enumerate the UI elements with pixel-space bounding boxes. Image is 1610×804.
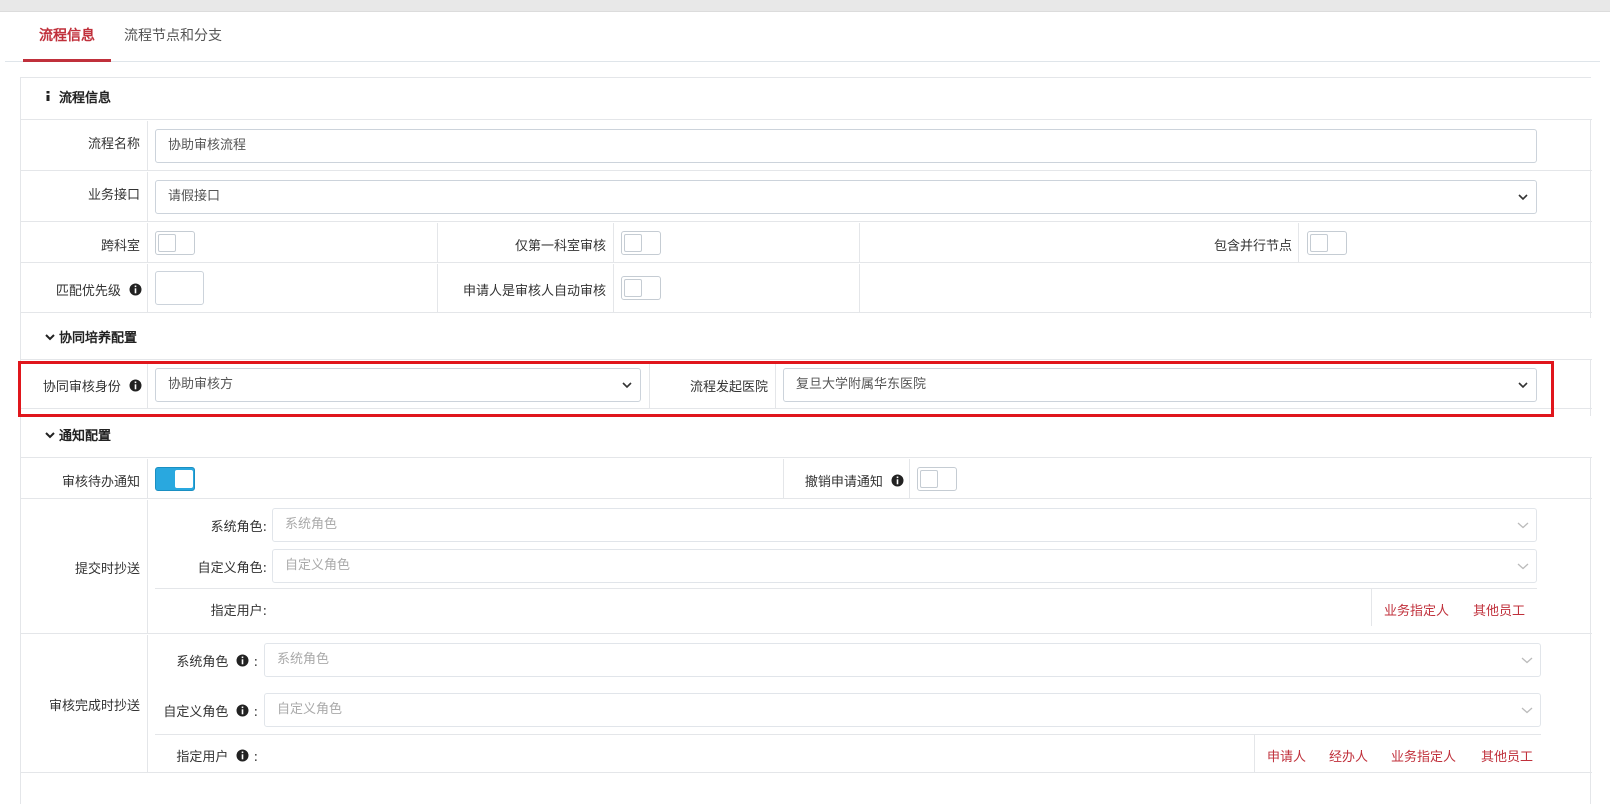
chevron-down-icon <box>1516 181 1530 213</box>
row-toggles-2: 匹配优先级 申请人是审核人自动审核 <box>21 264 1592 313</box>
revoke-notify-label-wrap: 撤销申请通知 <box>805 471 904 491</box>
form-panel: 流程信息 流程名称 协助审核流程 业务接口 请假接口 跨科室 仅第一科室审核 包… <box>20 77 1592 804</box>
info-icon <box>129 379 142 396</box>
cross-dept-label: 跨科室 <box>100 239 140 254</box>
tab-flow-info[interactable]: 流程信息 <box>23 13 111 62</box>
submit-cc-label: 提交时抄送 <box>74 562 140 577</box>
first-dept-only-label: 仅第一科室审核 <box>514 239 606 254</box>
row-submit-cc: 提交时抄送 系统角色: 系统角色 自定义角色: 自定义角色 指定用户: 业务指定… <box>21 500 1592 634</box>
done-sys-role-label-wrap: 系统角色 : <box>176 651 258 671</box>
chevron-down-icon <box>1516 369 1530 401</box>
submit-link-other-staff[interactable]: 其他员工 <box>1473 600 1525 619</box>
section-title: 协同培养配置 <box>59 331 138 346</box>
section-title: 流程信息 <box>59 91 112 106</box>
chevron-down-icon <box>45 416 57 458</box>
info-icon <box>891 474 904 491</box>
info-icon <box>129 283 142 300</box>
done-link-other-staff[interactable]: 其他员工 <box>1481 746 1533 765</box>
business-interface-select[interactable]: 请假接口 <box>155 180 1537 214</box>
pending-notify-label: 审核待办通知 <box>61 475 140 490</box>
done-link-handler[interactable]: 经办人 <box>1329 746 1368 765</box>
done-user-label: 指定用户 <box>176 750 229 765</box>
applicant-auto-label: 申请人是审核人自动审核 <box>462 284 606 299</box>
row-toggles-1: 跨科室 仅第一科室审核 包含并行节点 <box>21 223 1592 263</box>
row-collab: 协同审核身份 协助审核方 流程发起医院 复旦大学附属华东医院 <box>21 361 1592 409</box>
origin-hospital-label: 流程发起医院 <box>689 380 768 395</box>
match-priority-label: 匹配优先级 <box>55 284 121 299</box>
done-link-business-assignee[interactable]: 业务指定人 <box>1391 746 1456 765</box>
flow-name-input[interactable]: 协助审核流程 <box>155 129 1537 163</box>
colon: : <box>253 655 258 670</box>
done-sys-role-select[interactable]: 系统角色 <box>264 643 1541 677</box>
chevron-down-icon <box>1520 644 1534 676</box>
done-sys-role-placeholder: 系统角色 <box>277 652 330 667</box>
done-cc-label: 审核完成时抄送 <box>48 699 140 714</box>
cross-dept-toggle[interactable] <box>155 231 195 255</box>
tab-bar: 流程信息 流程节点和分支 <box>5 13 1600 62</box>
done-sys-role-label: 系统角色 <box>176 655 229 670</box>
top-strip <box>0 0 1610 12</box>
chevron-down-icon <box>1516 550 1530 582</box>
submit-link-business-assignee[interactable]: 业务指定人 <box>1384 600 1449 619</box>
parallel-node-toggle[interactable] <box>1307 231 1347 255</box>
first-dept-only-toggle[interactable] <box>621 231 661 255</box>
submit-custom-role-select[interactable]: 自定义角色 <box>272 549 1537 583</box>
section-header-flow-info: 流程信息 <box>21 78 1592 120</box>
revoke-notify-label: 撤销申请通知 <box>804 475 883 490</box>
done-custom-role-select[interactable]: 自定义角色 <box>264 693 1541 727</box>
collab-identity-label-wrap: 协同审核身份 <box>43 376 142 396</box>
flow-name-label: 流程名称 <box>87 137 140 152</box>
submit-sys-role-select[interactable]: 系统角色 <box>272 508 1537 542</box>
done-custom-role-label-wrap: 自定义角色 : <box>163 701 258 721</box>
pending-notify-toggle[interactable] <box>155 467 195 491</box>
applicant-auto-toggle[interactable] <box>621 276 661 300</box>
info-icon <box>236 704 249 721</box>
chevron-down-icon <box>620 369 634 401</box>
collab-identity-label: 协同审核身份 <box>42 380 121 395</box>
collab-identity-value: 协助审核方 <box>168 377 234 392</box>
info-i-icon <box>45 78 57 120</box>
row-done-cc: 审核完成时抄送 系统角色 : 系统角色 自定义角色 : 自定义角色 指定用户:… <box>21 635 1592 773</box>
submit-custom-role-label: 自定义角色: <box>197 561 267 576</box>
section-header-collab[interactable]: 协同培养配置 <box>21 318 1592 360</box>
origin-hospital-select[interactable]: 复旦大学附属华东医院 <box>783 368 1537 402</box>
tab-flow-nodes[interactable]: 流程节点和分支 <box>108 13 238 62</box>
done-user-label-wrap: 指定用户 : <box>176 746 258 766</box>
business-interface-value: 请假接口 <box>168 189 221 204</box>
submit-sys-role-placeholder: 系统角色 <box>285 517 338 532</box>
chevron-down-icon <box>1516 509 1530 541</box>
submit-sys-role-label: 系统角色: <box>210 520 267 535</box>
done-custom-role-label: 自定义角色 <box>163 705 229 720</box>
chevron-down-icon <box>1520 694 1534 726</box>
business-interface-label: 业务接口 <box>87 188 140 203</box>
section-header-notify[interactable]: 通知配置 <box>21 416 1592 458</box>
info-icon <box>236 749 249 766</box>
submit-user-label: 指定用户: <box>210 604 267 619</box>
row-notify-toggles: 审核待办通知 撤销申请通知 <box>21 459 1592 499</box>
origin-hospital-value: 复旦大学附属华东医院 <box>796 377 927 392</box>
section-title: 通知配置 <box>59 429 112 444</box>
chevron-down-icon <box>45 318 57 360</box>
match-priority-input[interactable] <box>155 271 204 305</box>
done-link-applicant[interactable]: 申请人 <box>1267 746 1306 765</box>
match-priority-label-wrap: 匹配优先级 <box>56 280 142 300</box>
info-icon <box>236 654 249 671</box>
collab-identity-select[interactable]: 协助审核方 <box>155 368 641 402</box>
row-business-interface: 业务接口 请假接口 <box>21 172 1592 222</box>
submit-custom-role-placeholder: 自定义角色 <box>285 558 351 573</box>
colon: : <box>253 750 258 765</box>
row-flow-name: 流程名称 协助审核流程 <box>21 121 1592 171</box>
page: 流程信息 流程节点和分支 流程信息 流程名称 协助审核流程 业务接口 请假接口 <box>5 13 1600 804</box>
colon: : <box>253 705 258 720</box>
done-custom-role-placeholder: 自定义角色 <box>277 702 343 717</box>
revoke-notify-toggle[interactable] <box>917 467 957 491</box>
parallel-node-label: 包含并行节点 <box>1213 239 1292 254</box>
